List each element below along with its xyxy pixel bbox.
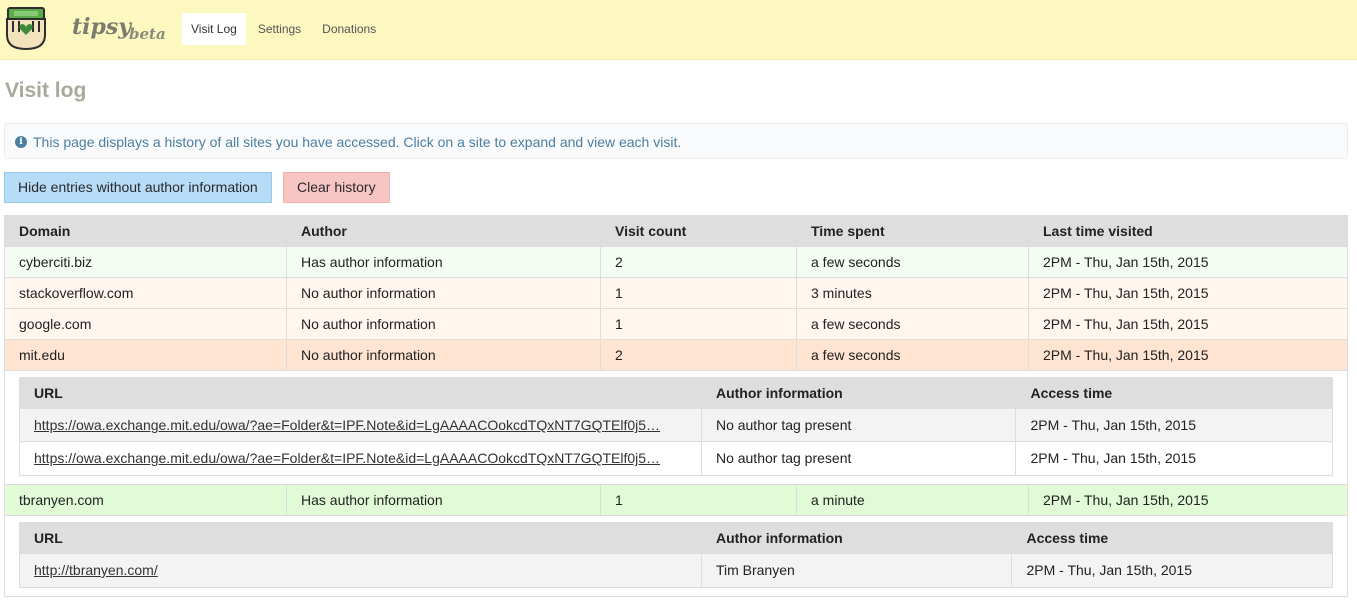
cell-last-visited: 2PM - Thu, Jan 15th, 2015 xyxy=(1043,285,1209,301)
detail-header-access-time: Access time xyxy=(1026,530,1109,546)
visit-url-link[interactable]: http://tbranyen.com/ xyxy=(34,562,158,578)
detail-url: http://tbranyen.com/ xyxy=(20,554,702,587)
info-text: This page displays a history of all site… xyxy=(33,134,682,150)
visit-url-link[interactable]: https://owa.exchange.mit.edu/owa/?ae=Fol… xyxy=(34,417,660,433)
table-row[interactable]: google.com No author information 1 a few… xyxy=(5,309,1347,340)
cell-domain: google.com xyxy=(5,309,287,339)
visit-details-table: URL Author information Access time https… xyxy=(19,377,1333,476)
mit-visit-details: URL Author information Access time https… xyxy=(5,371,1347,485)
visit-log-table: Domain Author Visit count Time spent Las… xyxy=(4,215,1348,597)
cell-domain: stackoverflow.com xyxy=(5,278,287,308)
cell-domain: mit.edu xyxy=(5,340,287,370)
nav-donations[interactable]: Donations xyxy=(313,13,385,45)
cell-time-spent: 3 minutes xyxy=(797,278,1029,308)
top-nav: Visit Log Settings Donations xyxy=(182,13,388,45)
detail-header-url: URL xyxy=(20,523,702,553)
tbranyen-visit-details: URL Author information Access time http:… xyxy=(5,516,1347,597)
detail-access-time: 2PM - Thu, Jan 15th, 2015 xyxy=(1030,450,1196,466)
cell-author: Has author information xyxy=(287,247,601,277)
cell-domain: cyberciti.biz xyxy=(5,247,287,277)
hide-entries-button[interactable]: Hide entries without author information xyxy=(4,172,272,203)
nav-visit-log[interactable]: Visit Log xyxy=(182,13,246,45)
nav-settings[interactable]: Settings xyxy=(249,13,310,45)
clear-history-button[interactable]: Clear history xyxy=(283,172,390,203)
cell-author: No author information xyxy=(287,309,601,339)
cell-author: No author information xyxy=(287,340,601,370)
cell-visit-count: 1 xyxy=(601,278,797,308)
app-name: tipsy xyxy=(72,14,132,40)
detail-author: No author tag present xyxy=(702,442,1017,475)
detail-access-time: 2PM - Thu, Jan 15th, 2015 xyxy=(1026,562,1192,578)
cell-author: No author information xyxy=(287,278,601,308)
visit-details-table: URL Author information Access time http:… xyxy=(19,522,1333,588)
header-visit-count[interactable]: Visit count xyxy=(601,216,797,246)
cell-time-spent: a few seconds xyxy=(797,340,1029,370)
detail-author: Tim Branyen xyxy=(702,554,1013,587)
beta-badge: beta xyxy=(129,25,166,43)
detail-header-author: Author information xyxy=(702,378,1017,408)
detail-row: https://owa.exchange.mit.edu/owa/?ae=Fol… xyxy=(20,442,1332,475)
table-row-expanded[interactable]: mit.edu No author information 2 a few se… xyxy=(5,340,1347,371)
cell-visit-count: 2 xyxy=(601,340,797,370)
detail-author: No author tag present xyxy=(702,409,1017,441)
detail-header: URL Author information Access time xyxy=(20,378,1332,409)
app-header: tipsy beta Visit Log Settings Donations xyxy=(0,0,1357,60)
header-last-visited[interactable]: Last time visited xyxy=(1029,216,1347,246)
table-row[interactable]: cyberciti.biz Has author information 2 a… xyxy=(5,247,1347,278)
detail-header: URL Author information Access time xyxy=(20,523,1332,554)
detail-header-access-time: Access time xyxy=(1030,385,1113,401)
cell-author: Has author information xyxy=(287,485,601,515)
cell-time-spent: a minute xyxy=(797,485,1029,515)
cell-last-visited: 2PM - Thu, Jan 15th, 2015 xyxy=(1043,254,1209,270)
info-alert: i This page displays a history of all si… xyxy=(4,123,1348,159)
info-icon: i xyxy=(15,136,27,148)
cell-last-visited: 2PM - Thu, Jan 15th, 2015 xyxy=(1043,492,1209,508)
header-time-spent[interactable]: Time spent xyxy=(797,216,1029,246)
header-author[interactable]: Author xyxy=(287,216,601,246)
detail-access-time: 2PM - Thu, Jan 15th, 2015 xyxy=(1030,417,1196,433)
cell-last-visited: 2PM - Thu, Jan 15th, 2015 xyxy=(1043,347,1209,363)
detail-url: https://owa.exchange.mit.edu/owa/?ae=Fol… xyxy=(20,409,702,441)
visit-url-link[interactable]: https://owa.exchange.mit.edu/owa/?ae=Fol… xyxy=(34,450,660,466)
detail-url: https://owa.exchange.mit.edu/owa/?ae=Fol… xyxy=(20,442,702,475)
cell-time-spent: a few seconds xyxy=(797,309,1029,339)
cell-domain: tbranyen.com xyxy=(5,485,287,515)
table-header: Domain Author Visit count Time spent Las… xyxy=(5,216,1347,247)
page-title: Visit log xyxy=(5,79,87,102)
cell-time-spent: a few seconds xyxy=(797,247,1029,277)
table-row[interactable]: stackoverflow.com No author information … xyxy=(5,278,1347,309)
cell-visit-count: 2 xyxy=(601,247,797,277)
cell-visit-count: 1 xyxy=(601,309,797,339)
detail-row: http://tbranyen.com/ Tim Branyen 2PM - T… xyxy=(20,554,1332,587)
header-domain[interactable]: Domain xyxy=(5,216,287,246)
table-row-expanded[interactable]: tbranyen.com Has author information 1 a … xyxy=(5,485,1347,516)
cell-last-visited: 2PM - Thu, Jan 15th, 2015 xyxy=(1043,316,1209,332)
cell-visit-count: 1 xyxy=(601,485,797,515)
tip-jar-logo-icon[interactable] xyxy=(4,5,48,51)
detail-row: https://owa.exchange.mit.edu/owa/?ae=Fol… xyxy=(20,409,1332,442)
detail-header-author: Author information xyxy=(702,523,1013,553)
detail-header-url: URL xyxy=(20,378,702,408)
